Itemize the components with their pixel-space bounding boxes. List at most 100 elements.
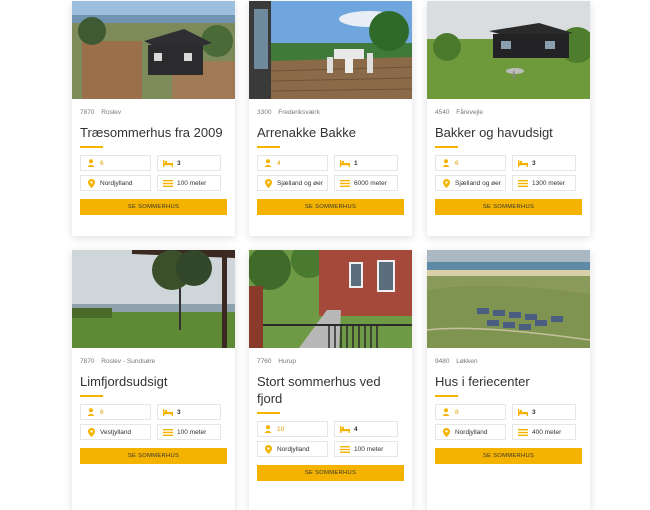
- region-value: Nordjylland: [100, 179, 133, 187]
- see-house-button[interactable]: SE SOMMERHUS: [257, 199, 404, 215]
- persons-box: 8: [435, 404, 506, 420]
- bedrooms-box: 3: [157, 155, 221, 171]
- water-lines-icon: [518, 428, 528, 436]
- distance-box: 1300 meter: [512, 175, 576, 191]
- bedrooms-value: 3: [532, 159, 536, 167]
- distance-value: 100 meter: [177, 179, 207, 187]
- house-photo[interactable]: [427, 250, 590, 348]
- bedrooms-box: 1: [334, 155, 398, 171]
- house-card[interactable]: 4540 Fårevejle Bakker og havudsigt 6 3 S…: [427, 1, 590, 236]
- house-card[interactable]: 7870 Roslev Træsommerhus fra 2009 6 3 No…: [72, 1, 235, 236]
- house-photo[interactable]: [249, 250, 412, 348]
- zip-code: 4540: [435, 109, 450, 116]
- house-card[interactable]: 3300 Frederiksværk Arrenakke Bakke 4 1 S…: [249, 1, 412, 236]
- house-photo[interactable]: [72, 250, 235, 348]
- info-grid: 10 4 Nordjylland 100 meter: [257, 421, 404, 457]
- info-grid: 8 3 Nordjylland 400 meter: [435, 404, 582, 440]
- location-line: 7870 Roslev - Sundsøre: [80, 358, 235, 366]
- bedrooms-box: 3: [512, 155, 576, 171]
- region-value: Nordjylland: [277, 445, 310, 453]
- location-pin-icon: [441, 178, 451, 188]
- location-line: 7870 Roslev: [80, 109, 235, 117]
- info-grid: 6 3 Nordjylland 100 meter: [80, 155, 227, 191]
- person-icon: [86, 159, 96, 167]
- info-grid: 6 3 Sjælland og øer 1300 meter: [435, 155, 582, 191]
- distance-box: 100 meter: [157, 424, 221, 440]
- see-house-button[interactable]: SE SOMMERHUS: [435, 199, 582, 215]
- city: Roslev: [101, 109, 122, 116]
- house-card[interactable]: 9480 Løkken Hus i feriecenter 8 3 Nordjy…: [427, 250, 590, 510]
- see-house-button[interactable]: SE SOMMERHUS: [80, 199, 227, 215]
- person-icon: [263, 159, 273, 167]
- title-underline: [257, 146, 280, 148]
- bedrooms-value: 4: [354, 425, 358, 433]
- house-title: Arrenakke Bakke: [257, 125, 356, 140]
- house-title: Bakker og havudsigt: [435, 125, 553, 140]
- water-lines-icon: [340, 179, 350, 187]
- bedrooms-value: 1: [354, 159, 358, 167]
- region-box: Sjælland og øer: [435, 175, 506, 191]
- person-icon: [441, 159, 451, 167]
- region-box: Sjælland og øer: [257, 175, 328, 191]
- zip-code: 7870: [80, 358, 95, 365]
- location-pin-icon: [263, 178, 273, 188]
- persons-value: 10: [277, 425, 285, 433]
- bed-icon: [340, 159, 350, 167]
- location-line: 7760 Hurup: [257, 358, 412, 366]
- region-value: Sjælland og øer: [277, 179, 323, 187]
- water-lines-icon: [518, 179, 528, 187]
- distance-box: 100 meter: [157, 175, 221, 191]
- house-card[interactable]: 7760 Hurup Stort sommerhus ved fjord 10 …: [249, 250, 412, 510]
- distance-box: 6000 meter: [334, 175, 398, 191]
- house-photo[interactable]: [72, 1, 235, 99]
- info-grid: 6 3 Vestjylland 100 meter: [80, 404, 227, 440]
- house-title: Stort sommerhus ved fjord: [257, 374, 381, 406]
- bed-icon: [518, 159, 528, 167]
- zip-code: 3300: [257, 109, 272, 116]
- bedrooms-value: 3: [177, 159, 181, 167]
- house-photo[interactable]: [427, 1, 590, 99]
- person-icon: [263, 425, 273, 433]
- title-underline: [435, 146, 458, 148]
- location-line: 4540 Fårevejle: [435, 109, 590, 117]
- bed-icon: [518, 408, 528, 416]
- bed-icon: [163, 159, 173, 167]
- region-box: Nordjylland: [257, 441, 328, 457]
- distance-box: 100 meter: [334, 441, 398, 457]
- bedrooms-box: 3: [157, 404, 221, 420]
- bed-icon: [340, 425, 350, 433]
- bedrooms-value: 3: [532, 408, 536, 416]
- see-house-button[interactable]: SE SOMMERHUS: [435, 448, 582, 464]
- persons-box: 4: [257, 155, 328, 171]
- house-photo[interactable]: [249, 1, 412, 99]
- location-pin-icon: [86, 178, 96, 188]
- title-underline: [80, 146, 103, 148]
- person-icon: [441, 408, 451, 416]
- persons-value: 6: [455, 159, 459, 167]
- house-title: Limfjordsudsigt: [80, 374, 168, 389]
- region-value: Nordjylland: [455, 428, 488, 436]
- city: Frederiksværk: [278, 109, 320, 116]
- title-underline: [80, 395, 103, 397]
- location-line: 9480 Løkken: [435, 358, 590, 366]
- distance-value: 400 meter: [532, 428, 562, 436]
- see-house-button[interactable]: SE SOMMERHUS: [257, 465, 404, 481]
- persons-value: 6: [100, 408, 104, 416]
- location-pin-icon: [263, 444, 273, 454]
- distance-box: 400 meter: [512, 424, 576, 440]
- bedrooms-value: 3: [177, 408, 181, 416]
- zip-code: 7760: [257, 358, 272, 365]
- title-underline: [435, 395, 458, 397]
- city: Hurup: [278, 358, 296, 365]
- location-line: 3300 Frederiksværk: [257, 109, 412, 117]
- location-pin-icon: [441, 427, 451, 437]
- house-card[interactable]: 7870 Roslev - Sundsøre Limfjordsudsigt 6…: [72, 250, 235, 510]
- bed-icon: [163, 408, 173, 416]
- distance-value: 6000 meter: [354, 179, 387, 187]
- persons-box: 6: [435, 155, 506, 171]
- distance-value: 1300 meter: [532, 179, 565, 187]
- house-title: Træsommerhus fra 2009: [80, 125, 223, 140]
- region-value: Vestjylland: [100, 428, 132, 436]
- persons-box: 6: [80, 155, 151, 171]
- see-house-button[interactable]: SE SOMMERHUS: [80, 448, 227, 464]
